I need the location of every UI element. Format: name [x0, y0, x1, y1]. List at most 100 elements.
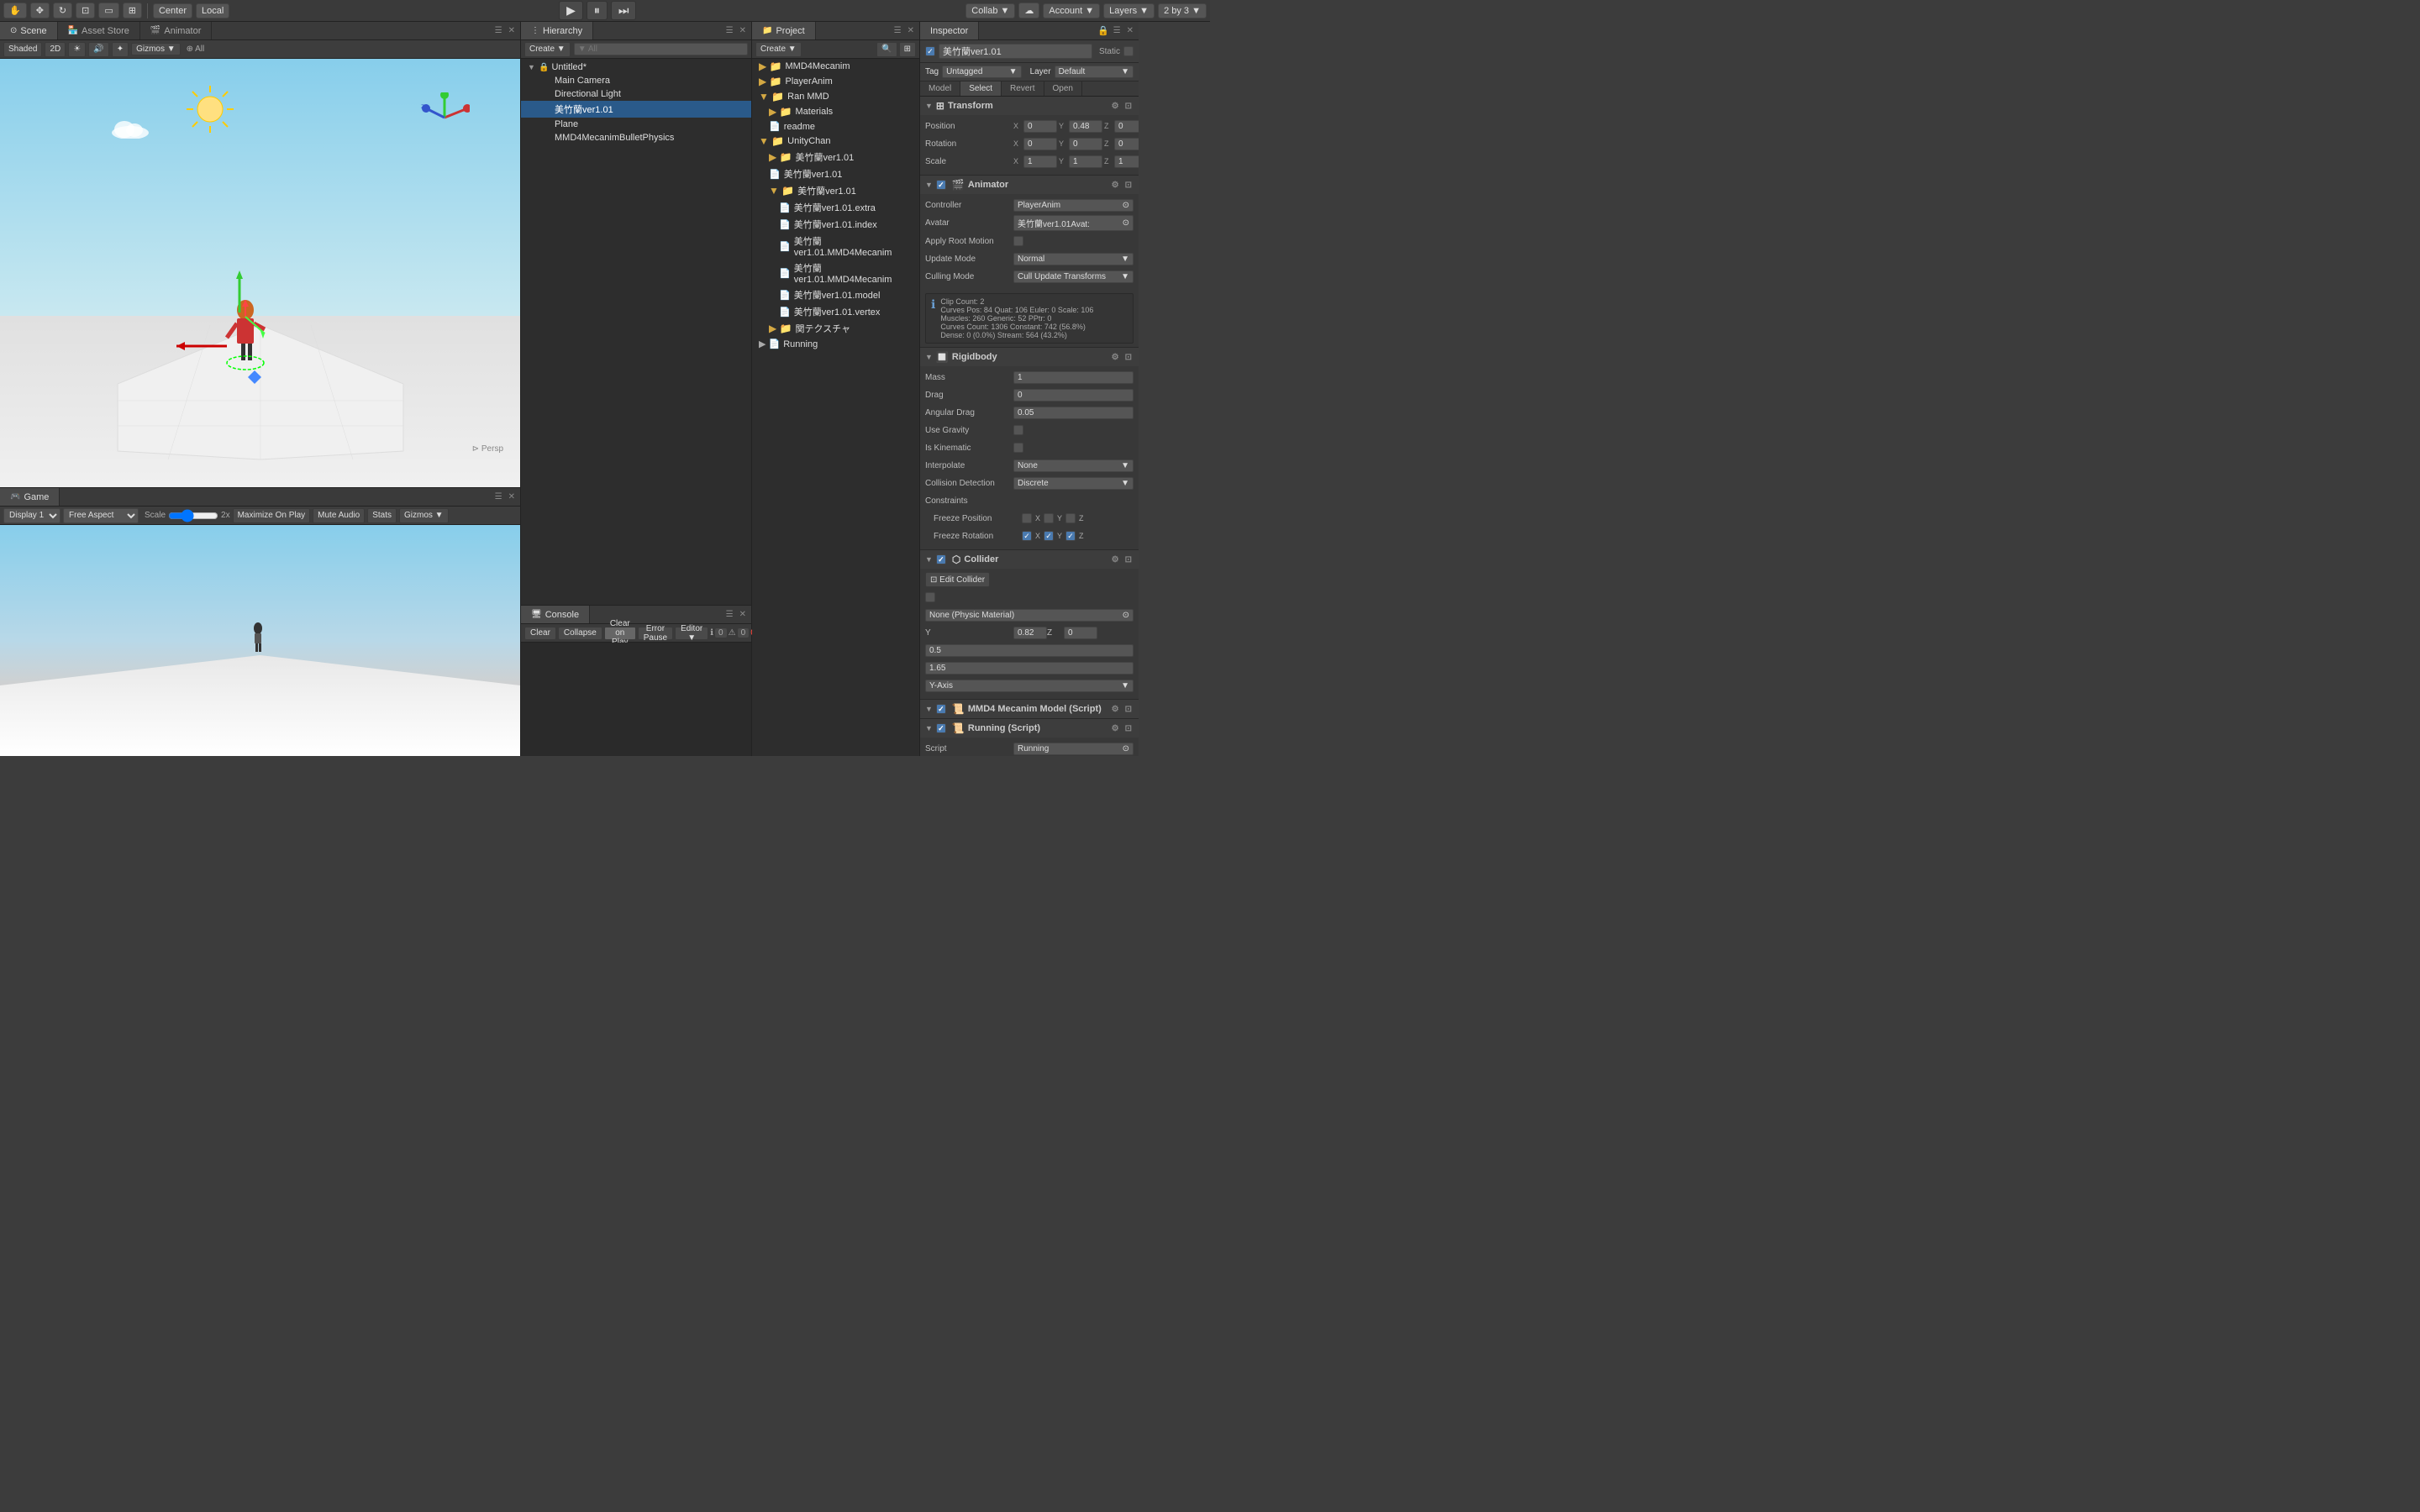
layout-btn[interactable]: 2 by 3 ▼	[1158, 3, 1207, 18]
mmd4-script-settings-btn[interactable]: ⚙	[1110, 705, 1121, 714]
light-toggle[interactable]: ☀	[68, 42, 86, 57]
aspect-select[interactable]: Free Aspect	[63, 508, 139, 523]
freeze-pos-z[interactable]	[1065, 513, 1076, 523]
tab-inspector[interactable]: Inspector	[920, 22, 979, 39]
animator-header[interactable]: ▼ ✓ 🎬 Animator ⚙ ⊡	[920, 176, 1139, 194]
insp-panel-menu-btn[interactable]: ☰	[1112, 26, 1123, 35]
proj-view-btn[interactable]: ⊞	[899, 42, 916, 57]
mmd4-script-header[interactable]: ▼ ✓ 📜 MMD4 Mecanim Model (Script) ⚙ ⊡	[920, 700, 1139, 718]
account-btn[interactable]: Account ▼	[1043, 3, 1100, 18]
hier-create-btn[interactable]: Create ▼	[524, 42, 571, 57]
audio-toggle[interactable]: 🔊	[88, 42, 108, 57]
move-tool-btn[interactable]: ✥	[30, 3, 50, 18]
hier-item-main-camera[interactable]: Main Camera	[521, 74, 751, 87]
game-panel-menu-btn[interactable]: ☰	[493, 492, 504, 501]
pause-btn[interactable]: ⏸	[587, 1, 608, 20]
mmd4-script-expand-btn[interactable]: ⊡	[1123, 705, 1134, 714]
running-script-settings-btn[interactable]: ⚙	[1110, 724, 1121, 733]
transform-header[interactable]: ▼ ⊞ Transform ⚙ ⊡	[920, 97, 1139, 115]
center-btn[interactable]: Center	[153, 3, 192, 18]
proj-item-extra[interactable]: 📄 美竹蘭ver1.01.extra	[752, 199, 919, 216]
collider-enabled-checkbox[interactable]: ✓	[936, 554, 946, 564]
proj-item-materials[interactable]: ▶ 📁 Materials	[752, 104, 919, 119]
collider-y-input[interactable]	[1013, 627, 1047, 639]
proj-item-mmd4-2[interactable]: 📄 美竹蘭ver1.01.MMD4Mecanim	[752, 260, 919, 286]
rigidbody-settings-btn[interactable]: ⚙	[1110, 353, 1121, 362]
hier-panel-close-btn[interactable]: ✕	[738, 26, 748, 35]
shaded-dropdown[interactable]: Shaded	[3, 42, 42, 57]
freeze-pos-x[interactable]	[1022, 513, 1032, 523]
local-btn[interactable]: Local	[196, 3, 229, 18]
scale-x-input[interactable]	[1023, 155, 1057, 168]
layers-btn[interactable]: Layers ▼	[1103, 3, 1155, 18]
freeze-rot-x[interactable]: ✓	[1022, 531, 1032, 541]
proj-item-mmd4mecanim[interactable]: ▶ 📁 MMD4Mecanim	[752, 59, 919, 74]
proj-item-mmd4-1[interactable]: 📄 美竹蘭ver1.01.MMD4Mecanim	[752, 233, 919, 260]
proj-item-index[interactable]: 📄 美竹蘭ver1.01.index	[752, 216, 919, 233]
use-gravity-checkbox[interactable]	[1013, 425, 1023, 435]
proj-panel-menu-btn[interactable]: ☰	[892, 26, 903, 35]
gizmos-dropdown[interactable]: Gizmos ▼	[131, 43, 181, 55]
proj-item-running[interactable]: ▶ 📄 Running	[752, 337, 919, 351]
scale-y-input[interactable]	[1069, 155, 1102, 168]
console-collapse-btn[interactable]: Collapse	[558, 627, 602, 640]
hier-panel-menu-btn[interactable]: ☰	[724, 26, 735, 35]
insp-tab-revert[interactable]: Revert	[1002, 81, 1044, 96]
update-mode-dropdown[interactable]: Normal ▼	[1013, 253, 1134, 265]
proj-item-unitychan[interactable]: ▼ 📁 UnityChan	[752, 134, 919, 149]
proj-item-mmd-model-2[interactable]: 📄 美竹蘭ver1.01	[752, 165, 919, 182]
collider-yaxis-dropdown[interactable]: Y-Axis ▼	[925, 680, 1134, 692]
scale-tool-btn[interactable]: ⊡	[76, 3, 95, 18]
proj-item-ran-mmd[interactable]: ▼ 📁 Ran MMD	[752, 89, 919, 104]
tab-animator[interactable]: 🎬 Animator	[140, 22, 212, 39]
2d-btn[interactable]: 2D	[45, 42, 66, 57]
controller-dropdown[interactable]: PlayerAnim ⊙	[1013, 199, 1134, 212]
rect-tool-btn[interactable]: ▭	[98, 3, 118, 18]
game-panel-close-btn[interactable]: ✕	[507, 492, 517, 501]
console-panel-close-btn[interactable]: ✕	[738, 610, 748, 619]
tab-console[interactable]: 🖥 Console	[521, 606, 590, 623]
scale-z-input[interactable]	[1114, 155, 1139, 168]
freeze-rot-z[interactable]: ✓	[1065, 531, 1076, 541]
rot-x-input[interactable]	[1023, 138, 1057, 150]
running-script-enabled-checkbox[interactable]: ✓	[936, 723, 946, 733]
proj-item-vertex[interactable]: 📄 美竹蘭ver1.01.vertex	[752, 303, 919, 320]
collider-val1-input[interactable]	[925, 644, 1134, 657]
static-checkbox[interactable]	[1123, 46, 1134, 56]
step-btn[interactable]: ⏭	[611, 1, 637, 20]
hier-item-plane[interactable]: Plane	[521, 118, 751, 131]
object-name-field[interactable]	[939, 44, 1092, 59]
angular-drag-input[interactable]	[1013, 407, 1134, 419]
collider-z-input[interactable]	[1064, 627, 1097, 639]
insp-tab-select[interactable]: Select	[960, 81, 1002, 96]
running-script-header[interactable]: ▼ ✓ 📜 Running (Script) ⚙ ⊡	[920, 719, 1139, 738]
proj-search-btn[interactable]: 🔍	[876, 42, 897, 57]
maximize-on-play-btn[interactable]: Maximize On Play	[233, 508, 311, 523]
hier-item-mmd[interactable]: 美竹蘭ver1.01	[521, 101, 751, 118]
fx-toggle[interactable]: ✦	[112, 42, 129, 57]
drag-input[interactable]	[1013, 389, 1134, 402]
hier-search[interactable]	[574, 43, 748, 55]
tab-scene[interactable]: ⊙ Scene	[0, 22, 58, 39]
transform-tool-btn[interactable]: ⊞	[123, 3, 142, 18]
rotate-tool-btn[interactable]: ↻	[53, 3, 72, 18]
cloud-btn[interactable]: ☁	[1018, 3, 1039, 18]
physic-material-dropdown[interactable]: None (Physic Material) ⊙	[925, 609, 1134, 622]
proj-item-model[interactable]: 📄 美竹蘭ver1.01.model	[752, 286, 919, 303]
proj-create-btn[interactable]: Create ▼	[755, 42, 802, 57]
apply-root-motion-checkbox[interactable]	[1013, 236, 1023, 246]
transform-settings-btn[interactable]: ⚙	[1110, 102, 1121, 111]
hand-tool-btn[interactable]: ✋	[3, 3, 27, 18]
tab-hierarchy[interactable]: ⋮ Hierarchy	[521, 22, 593, 39]
pos-y-input[interactable]	[1069, 120, 1102, 133]
rot-y-input[interactable]	[1069, 138, 1102, 150]
animator-settings-btn[interactable]: ⚙	[1110, 181, 1121, 190]
console-error-pause-btn[interactable]: Error Pause	[638, 627, 673, 640]
scale-slider[interactable]	[168, 510, 218, 522]
game-gizmos-btn[interactable]: Gizmos ▼	[399, 508, 449, 523]
proj-item-mmd-model-3[interactable]: ▼ 📁 美竹蘭ver1.01	[752, 182, 919, 199]
transform-expand-btn[interactable]: ⊡	[1123, 102, 1134, 111]
proj-panel-close-btn[interactable]: ✕	[906, 26, 916, 35]
animator-enabled-checkbox[interactable]: ✓	[936, 180, 946, 190]
inspector-lock-icon[interactable]: 🔒	[1097, 25, 1109, 36]
